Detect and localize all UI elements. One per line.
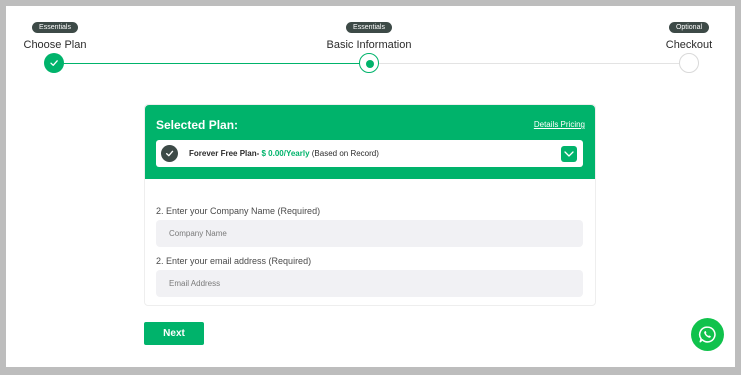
step-checkout[interactable]: Optional Checkout [656, 16, 722, 51]
selected-plan-box[interactable]: Forever Free Plan- $ 0.00/Yearly (Based … [156, 140, 583, 167]
email-label: 2. Enter your email address (Required) [156, 256, 312, 266]
whatsapp-chat-button[interactable] [691, 318, 724, 351]
step-title: Choose Plan [23, 39, 87, 51]
step-basic-information-indicator[interactable] [359, 53, 379, 73]
stepper-line-pending [379, 63, 685, 64]
stepper-line-complete [63, 63, 368, 64]
step-title: Checkout [665, 39, 713, 51]
selected-plan-header: Selected Plan: Details Pricing Forever F… [145, 105, 595, 179]
page-frame: Essentials Choose Plan Essentials Basic … [6, 6, 735, 367]
plan-form-card: Selected Plan: Details Pricing Forever F… [144, 104, 596, 306]
step-badge: Essentials [32, 22, 78, 33]
plan-dropdown-toggle[interactable] [561, 146, 577, 162]
step-badge: Optional [668, 22, 710, 33]
company-name-input[interactable] [156, 220, 583, 247]
step-checkout-indicator[interactable] [679, 53, 699, 73]
plan-price: $ 0.00/Yearly [261, 149, 310, 158]
chevron-down-icon [564, 151, 574, 157]
plan-name: Forever Free Plan- [189, 149, 260, 158]
whatsapp-icon [698, 326, 716, 343]
step-basic-information[interactable]: Essentials Basic Information [324, 16, 414, 51]
active-dot-icon [366, 60, 374, 68]
next-button[interactable]: Next [144, 322, 204, 345]
step-title: Basic Information [326, 39, 412, 51]
plan-note: (Based on Record) [311, 149, 379, 158]
email-input[interactable] [156, 270, 583, 297]
check-icon [50, 60, 58, 66]
details-pricing-link[interactable]: Details Pricing [534, 120, 585, 129]
step-choose-plan[interactable]: Essentials Choose Plan [20, 16, 90, 51]
check-circle-icon [161, 145, 178, 162]
step-badge: Essentials [346, 22, 392, 33]
company-name-label: 2. Enter your Company Name (Required) [156, 206, 321, 216]
plan-description: Forever Free Plan- $ 0.00/Yearly (Based … [189, 149, 379, 158]
step-choose-plan-indicator[interactable] [44, 53, 64, 73]
selected-plan-title: Selected Plan: [156, 118, 239, 132]
